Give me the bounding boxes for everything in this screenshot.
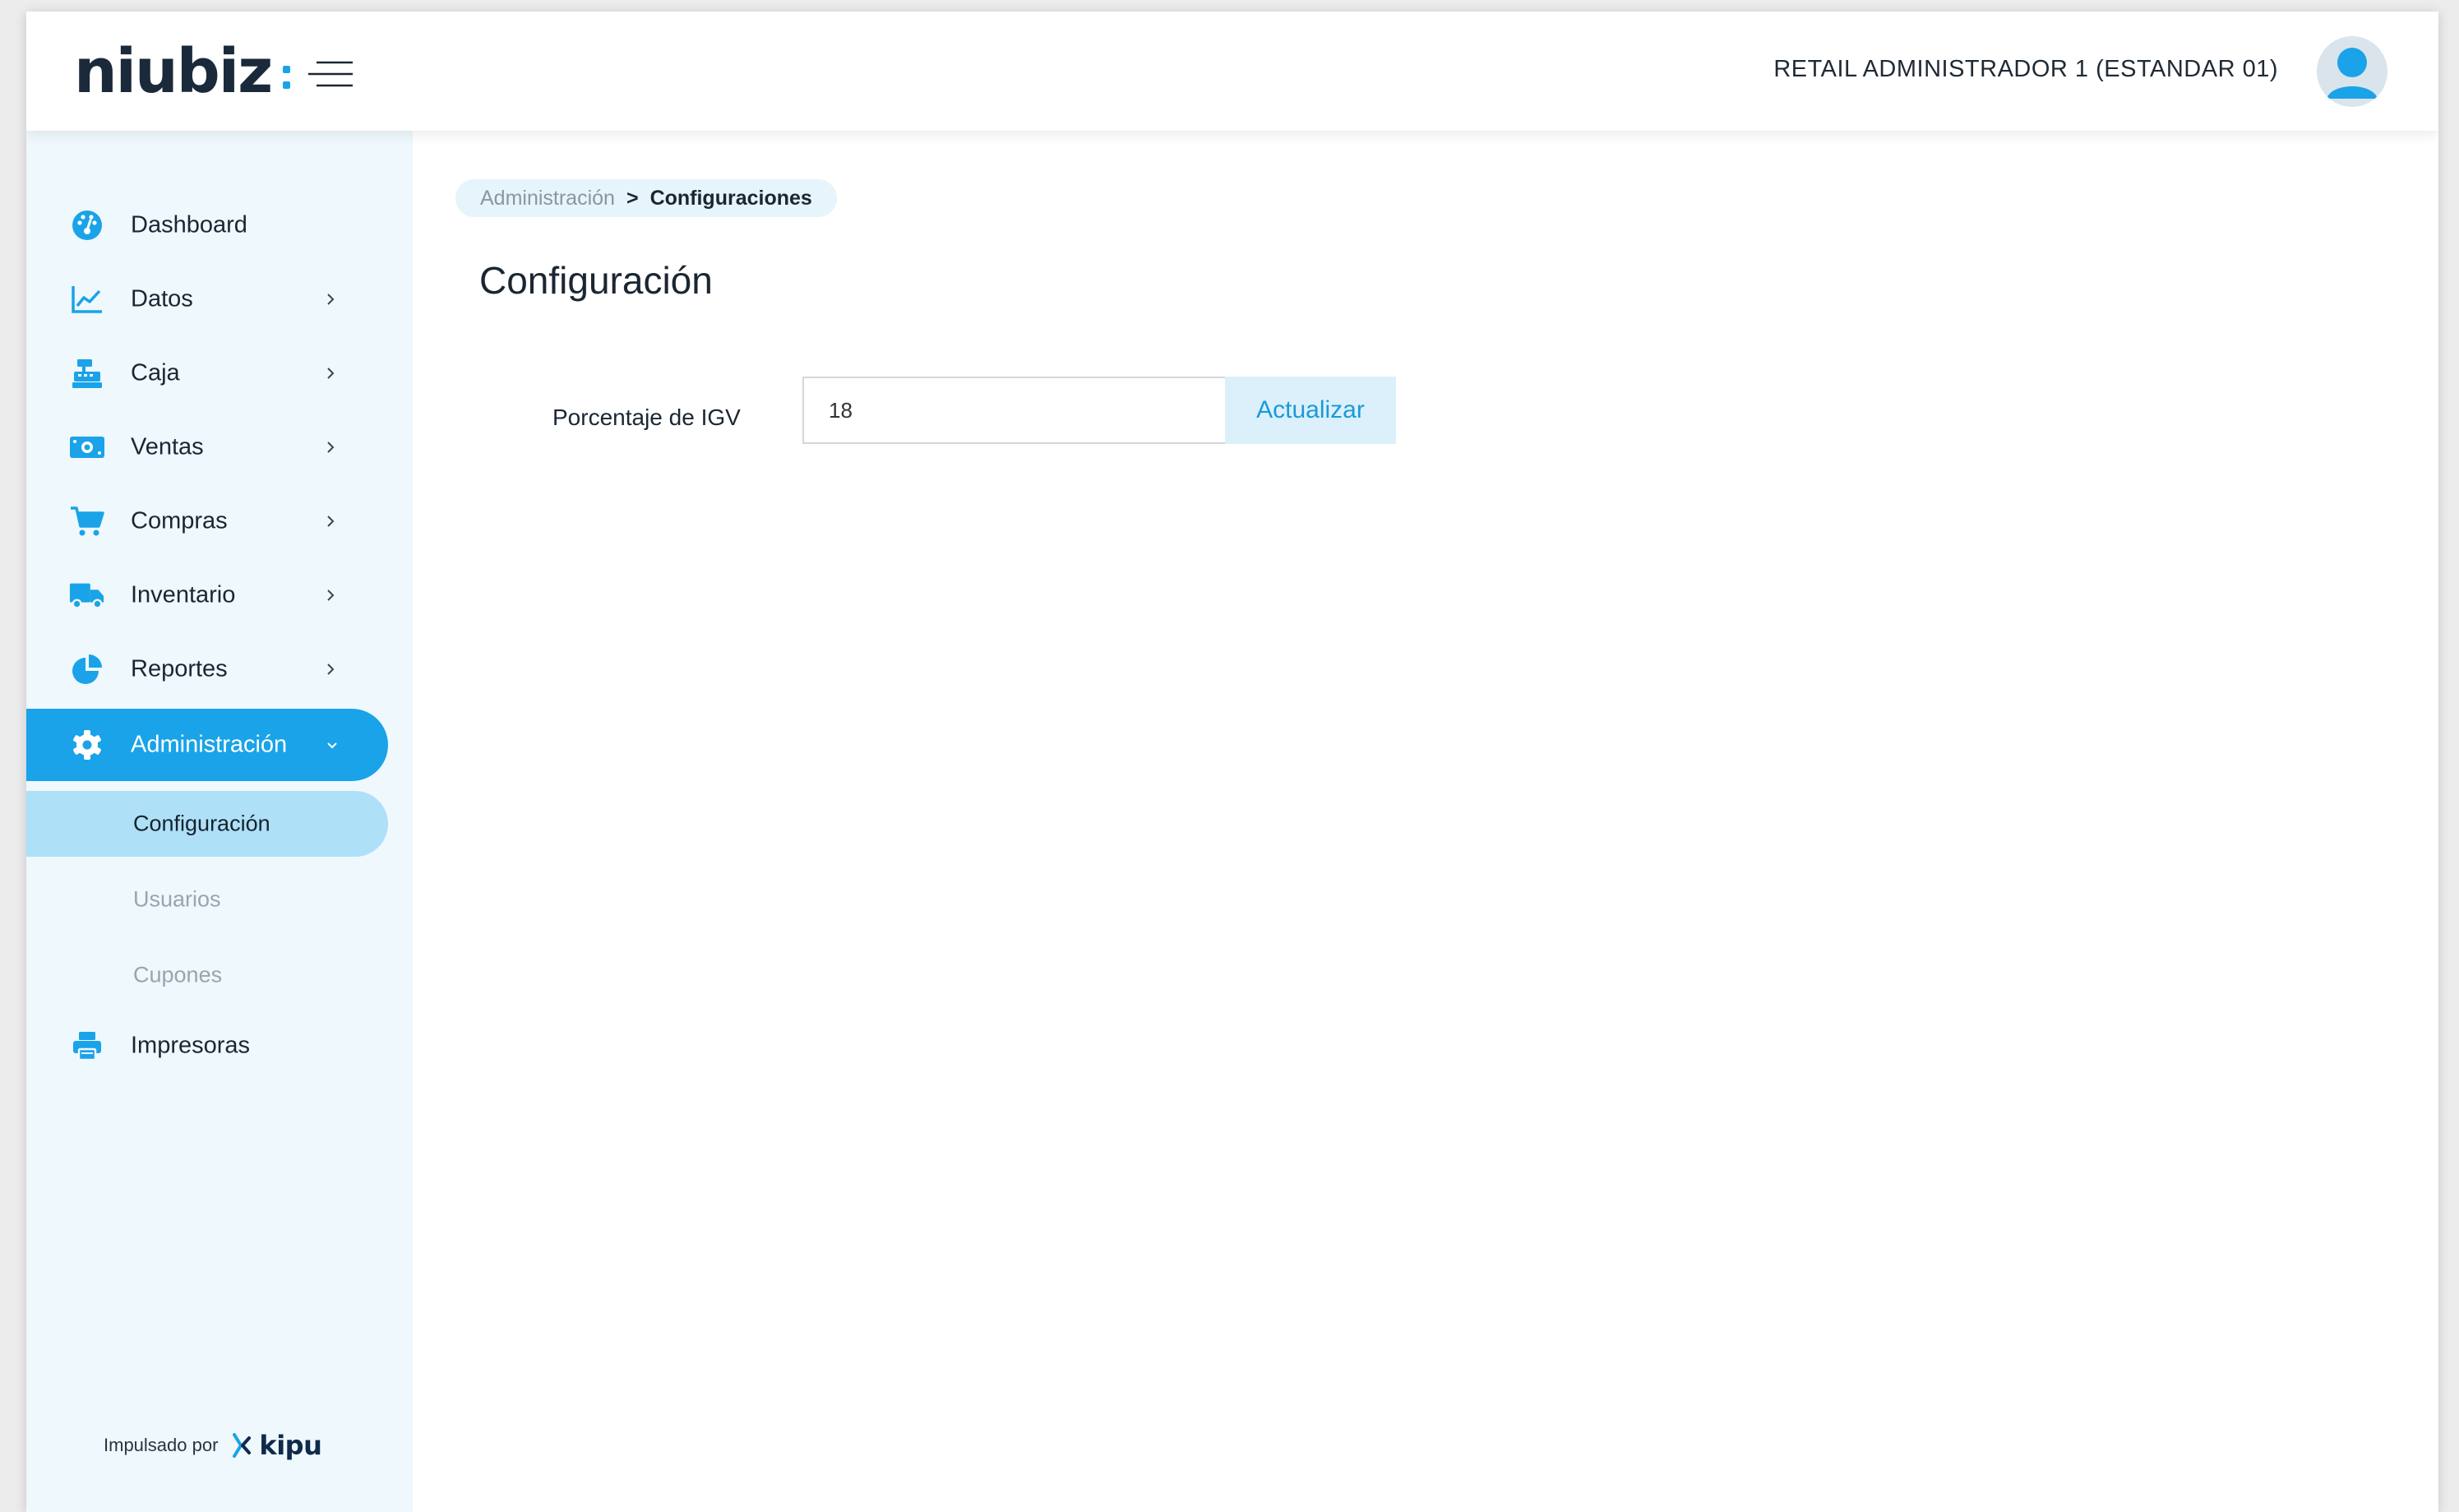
logo-text: niubiz — [74, 36, 273, 107]
sidebar-item-ventas[interactable]: Ventas — [26, 412, 388, 483]
sidebar-subitem-label: Configuración — [133, 811, 270, 836]
money-bill-icon — [69, 429, 105, 465]
pie-chart-icon — [69, 651, 105, 687]
user-name[interactable]: RETAIL ADMINISTRADOR 1 (ESTANDAR 01) — [1773, 56, 2278, 83]
kipu-mark-icon — [233, 1433, 252, 1458]
sidebar-item-label: Dashboard — [131, 211, 247, 238]
chevron-right-icon — [327, 516, 335, 527]
sidebar-subitem-label: Usuarios — [133, 886, 221, 912]
truck-icon — [69, 577, 105, 613]
cash-register-icon — [69, 355, 105, 391]
sidebar-item-label: Impresoras — [131, 1032, 251, 1059]
chevron-right-icon — [327, 442, 335, 453]
sidebar-item-label: Ventas — [131, 433, 204, 460]
sidebar-item-reportes[interactable]: Reportes — [26, 634, 388, 705]
sidebar-item-impresoras[interactable]: Impresoras — [26, 1010, 388, 1081]
breadcrumb-separator: > — [626, 186, 639, 210]
update-button[interactable]: Actualizar — [1225, 377, 1396, 444]
sidebar-subitem-usuarios[interactable]: Usuarios — [26, 867, 388, 932]
sidebar-subitem-configuracion[interactable]: Configuración — [26, 791, 388, 857]
shopping-cart-icon — [69, 503, 105, 539]
chevron-down-icon — [327, 742, 337, 749]
breadcrumb-current: Configuraciones — [649, 186, 812, 210]
kipu-logo[interactable]: kipu — [231, 1430, 322, 1461]
igv-input[interactable] — [802, 377, 1225, 444]
logo-colon — [283, 66, 291, 89]
chevron-right-icon — [327, 294, 335, 305]
kipu-wordmark: kipu — [259, 1430, 322, 1461]
powered-by: Impulsado por kipu — [104, 1430, 322, 1461]
sidebar: Dashboard Datos Caja Ventas Compras Inve… — [26, 131, 413, 1512]
sidebar-item-label: Datos — [131, 285, 193, 312]
sidebar-item-label: Reportes — [131, 655, 228, 682]
sidebar-item-dashboard[interactable]: Dashboard — [26, 190, 388, 261]
chart-line-icon — [69, 281, 105, 317]
sidebar-item-label: Compras — [131, 507, 228, 534]
dashboard-icon — [69, 207, 105, 243]
menu-icon[interactable] — [307, 58, 354, 90]
sidebar-item-label: Administración — [131, 731, 288, 758]
printer-icon — [69, 1028, 105, 1064]
chevron-right-icon — [327, 664, 335, 675]
user-avatar-icon — [2327, 48, 2378, 99]
powered-by-label: Impulsado por — [104, 1435, 219, 1455]
gear-icon — [69, 727, 105, 763]
sidebar-item-label: Inventario — [131, 581, 236, 608]
avatar[interactable] — [2317, 36, 2387, 107]
sidebar-item-caja[interactable]: Caja — [26, 338, 388, 409]
sidebar-item-inventario[interactable]: Inventario — [26, 560, 388, 631]
page-title: Configuración — [479, 259, 713, 302]
sidebar-item-datos[interactable]: Datos — [26, 264, 388, 335]
sidebar-subitem-label: Cupones — [133, 962, 223, 987]
niubiz-logo[interactable]: niubiz — [74, 41, 354, 102]
sidebar-item-administracion[interactable]: Administración — [26, 709, 388, 781]
chevron-right-icon — [327, 368, 335, 379]
chevron-right-icon — [327, 590, 335, 601]
breadcrumb-parent[interactable]: Administración — [480, 187, 615, 210]
top-header: niubiz RETAIL ADMINISTRADOR 1 (ESTANDAR … — [26, 12, 2438, 131]
igv-label: Porcentaje de IGV — [552, 405, 741, 430]
breadcrumb: Administración > Configuraciones — [455, 179, 837, 217]
sidebar-item-compras[interactable]: Compras — [26, 486, 388, 557]
app-window: niubiz RETAIL ADMINISTRADOR 1 (ESTANDAR … — [26, 12, 2438, 1512]
sidebar-subitem-cupones[interactable]: Cupones — [26, 942, 388, 1008]
sidebar-item-label: Caja — [131, 359, 180, 386]
